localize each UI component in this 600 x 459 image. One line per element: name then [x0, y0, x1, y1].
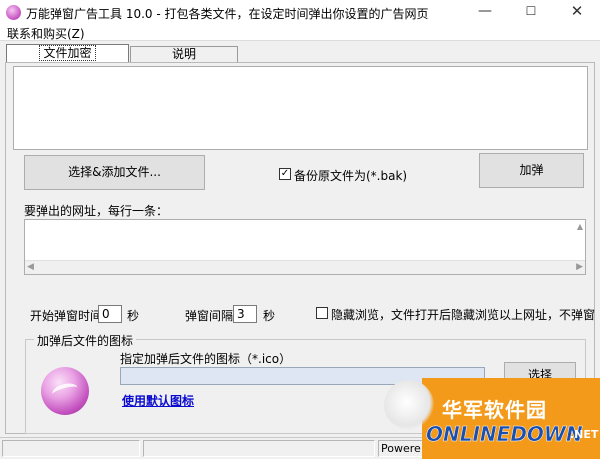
watermark-en-text: ONLINEDOWN	[426, 422, 583, 447]
scroll-up-icon[interactable]: ▲	[577, 222, 583, 231]
window-title: 万能弹窗广告工具 10.0 - 打包各类文件，在设定时间弹出你设置的广告网页	[26, 7, 429, 21]
status-segment	[2, 440, 140, 457]
tab-instructions[interactable]: 说明	[130, 46, 238, 63]
start-time-input[interactable]: 0	[98, 305, 122, 323]
icon-spec-label: 指定加弹后文件的图标（*.ico）	[120, 352, 292, 366]
add-file-button[interactable]: 选择&添加文件...	[24, 155, 205, 190]
watermark-logo: 华军软件园 ONLINEDOWN .NET	[382, 374, 600, 459]
seconds-label: 秒	[127, 309, 140, 323]
menu-bar: 联系和购买(Z)	[0, 24, 600, 41]
url-textarea[interactable]: ▲ ◀ ▶	[24, 219, 586, 275]
menu-contact-buy[interactable]: 联系和购买(Z)	[7, 25, 85, 42]
close-button[interactable]: ✕	[554, 0, 600, 24]
maximize-button[interactable]: ☐	[508, 0, 554, 24]
scroll-right-icon[interactable]: ▶	[576, 262, 583, 272]
use-default-icon-link[interactable]: 使用默认图标	[122, 392, 194, 409]
interval-input[interactable]: 3	[233, 305, 257, 323]
horizontal-scrollbar[interactable]: ◀ ▶	[25, 260, 585, 274]
file-list[interactable]	[13, 66, 588, 150]
tab-file-encrypt[interactable]: 文件加密	[6, 44, 129, 63]
icon-group-title: 加弹后文件的图标	[34, 332, 137, 349]
tab-label: 说明	[171, 47, 196, 61]
title-bar: 万能弹窗广告工具 10.0 - 打包各类文件，在设定时间弹出你设置的广告网页 —…	[0, 0, 600, 24]
watermark-cn-text: 华军软件园	[442, 398, 547, 422]
minimize-button[interactable]: —	[462, 0, 508, 24]
backup-checkbox[interactable]: ✓	[279, 168, 291, 180]
watermark-tld: .NET	[570, 428, 599, 441]
seconds-label: 秒	[263, 309, 276, 323]
start-time-label: 开始弹窗时间	[30, 309, 103, 323]
interval-label: 弹窗间隔	[185, 309, 234, 323]
tab-label: 文件加密	[39, 45, 96, 61]
add-popup-button[interactable]: 加弹	[479, 153, 584, 188]
url-label: 要弹出的网址，每行一条：	[24, 204, 169, 218]
scroll-left-icon[interactable]: ◀	[27, 262, 34, 272]
hide-browse-label: 隐藏浏览，文件打开后隐藏浏览以上网址，不弹窗	[331, 308, 596, 322]
hide-browse-checkbox[interactable]	[316, 307, 328, 319]
backup-label: 备份原文件为(*.bak)	[294, 169, 408, 183]
status-segment	[143, 440, 375, 457]
app-icon	[6, 5, 21, 20]
